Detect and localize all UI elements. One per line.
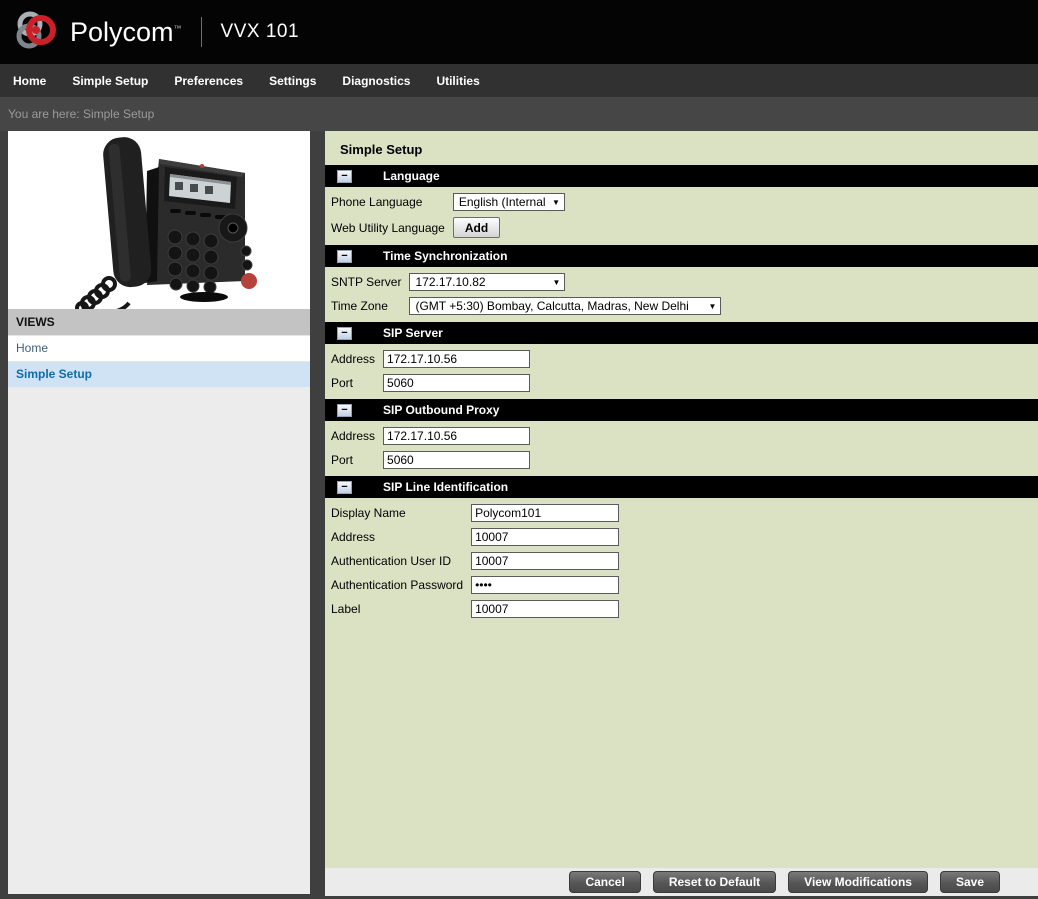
field-label: Time Zone	[331, 294, 409, 318]
footer-button-bar: Cancel Reset to Default View Modifications…	[325, 868, 1038, 896]
section-title: SIP Line Identification	[383, 480, 508, 494]
field-label: Port	[331, 371, 383, 395]
time-synchronization-time-zone-select[interactable]: (GMT +5:30) Bombay, Calcutta, Madras, Ne…	[409, 297, 721, 315]
polycom-logo	[13, 6, 61, 59]
main-content: Simple Setup −LanguagePhone LanguageEngl…	[325, 131, 1038, 896]
collapse-minus-icon[interactable]: −	[337, 404, 352, 417]
views-header: VIEWS	[8, 309, 310, 335]
select-value: English (Internal)	[459, 195, 546, 209]
field-row: Authentication Password	[331, 573, 619, 597]
field-row: Port	[331, 371, 530, 395]
phone-product-image	[8, 131, 310, 309]
sip-line-identification-display-name-input[interactable]	[471, 504, 619, 522]
breadcrumb: You are here: Simple Setup	[0, 97, 1038, 131]
sip-line-identification-label-input[interactable]	[471, 600, 619, 618]
sip-outbound-proxy-address-input[interactable]	[383, 427, 530, 445]
save-button[interactable]: Save	[940, 871, 1000, 893]
collapse-minus-icon[interactable]: −	[337, 327, 352, 340]
sip-server-address-input[interactable]	[383, 350, 530, 368]
field-row: Address	[331, 347, 530, 371]
section-title: SIP Server	[383, 326, 443, 340]
section-body-language: Phone Language English (Internal) ▼ Web Uti…	[331, 190, 565, 241]
field-label: Label	[331, 597, 471, 621]
field-row: Time Zone (GMT +5:30) Bombay, Calcutta, M…	[331, 294, 721, 318]
nav-item-home[interactable]: Home	[13, 74, 46, 88]
section-title: SIP Outbound Proxy	[383, 403, 499, 417]
field-row: Address	[331, 424, 530, 448]
field-label: Port	[331, 448, 383, 472]
field-label: SNTP Server	[331, 270, 409, 294]
sip-line-identification-address-input[interactable]	[471, 528, 619, 546]
field-label: Authentication User ID	[331, 549, 471, 573]
field-row: Web Utility LanguageAdd	[331, 214, 565, 241]
chevron-down-icon: ▼	[553, 278, 561, 287]
collapse-minus-icon[interactable]: −	[337, 481, 352, 494]
section-header-sip-server: − SIP Server	[325, 322, 1038, 344]
field-row: Display Name	[331, 501, 619, 525]
collapse-minus-icon[interactable]: −	[337, 170, 352, 183]
section-body-sip-outbound-proxy: AddressPort	[331, 424, 530, 472]
nav-item-utilities[interactable]: Utilities	[436, 74, 479, 88]
field-label: Authentication Password	[331, 573, 471, 597]
sip-line-identification-authentication-password-password-input[interactable]	[471, 576, 619, 594]
app-header: Polycom™ VVX 101	[0, 0, 1038, 64]
collapse-minus-icon[interactable]: −	[337, 250, 352, 263]
sip-line-identification-authentication-user-id-input[interactable]	[471, 552, 619, 570]
sections: −LanguagePhone LanguageEnglish (Internal…	[325, 165, 1038, 868]
header-divider	[201, 17, 202, 47]
nav-item-settings[interactable]: Settings	[269, 74, 316, 88]
language-phone-language-select[interactable]: English (Internal) ▼	[453, 193, 565, 211]
field-row: SNTP Server 172.17.10.82 ▼	[331, 270, 721, 294]
nav-item-preferences[interactable]: Preferences	[174, 74, 243, 88]
page-title: Simple Setup	[325, 131, 1038, 165]
section-header-sip-outbound-proxy: − SIP Outbound Proxy	[325, 399, 1038, 421]
sidebar: VIEWS HomeSimple Setup	[8, 131, 310, 894]
section-body-sip-server: AddressPort	[331, 347, 530, 395]
section-title: Time Synchronization	[383, 249, 507, 263]
page-body: VIEWS HomeSimple Setup Simple Setup −Lan…	[0, 131, 1038, 896]
chevron-down-icon: ▼	[709, 302, 717, 311]
nav-item-simple-setup[interactable]: Simple Setup	[72, 74, 148, 88]
product-model: VVX 101	[221, 21, 300, 43]
section-header-time-synchronization: − Time Synchronization	[325, 245, 1038, 267]
field-label: Web Utility Language	[331, 214, 453, 241]
main-nav: Home Simple Setup Preferences Settings Diagn…	[0, 64, 1038, 97]
field-row: Authentication User ID	[331, 549, 619, 573]
section-title: Language	[383, 169, 440, 183]
trademark-mark: ™	[174, 24, 182, 33]
select-value: (GMT +5:30) Bombay, Calcutta, Madras, Ne…	[415, 299, 702, 313]
field-row: Address	[331, 525, 619, 549]
field-label: Address	[331, 347, 383, 371]
section-body-time-synchronization: SNTP Server 172.17.10.82 ▼ Time Zone (GMT +5…	[331, 270, 721, 318]
field-label: Display Name	[331, 501, 471, 525]
field-label: Address	[331, 525, 471, 549]
section-header-language: − Language	[325, 165, 1038, 187]
field-row: Phone Language English (Internal) ▼	[331, 190, 565, 214]
views-list: HomeSimple Setup	[8, 335, 310, 387]
time-synchronization-sntp-server-select[interactable]: 172.17.10.82 ▼	[409, 273, 565, 291]
chevron-down-icon: ▼	[552, 198, 560, 207]
sip-outbound-proxy-port-input[interactable]	[383, 451, 530, 469]
brand-name: Polycom™	[70, 17, 182, 48]
field-row: Label	[331, 597, 619, 621]
cancel-button[interactable]: Cancel	[569, 871, 640, 893]
reset-to-default-button[interactable]: Reset to Default	[653, 871, 776, 893]
field-label: Phone Language	[331, 190, 453, 214]
sidebar-item-home[interactable]: Home	[8, 335, 310, 361]
sip-server-port-input[interactable]	[383, 374, 530, 392]
view-modifications-button[interactable]: View Modifications	[788, 871, 928, 893]
section-body-sip-line-identification: Display NameAddressAuthentication User I…	[331, 501, 619, 621]
select-value: 172.17.10.82	[415, 275, 546, 289]
field-label: Address	[331, 424, 383, 448]
sidebar-filler	[8, 387, 310, 894]
sidebar-item-simple-setup[interactable]: Simple Setup	[8, 361, 310, 387]
nav-item-diagnostics[interactable]: Diagnostics	[342, 74, 410, 88]
section-header-sip-line-identification: − SIP Line Identification	[325, 476, 1038, 498]
field-row: Port	[331, 448, 530, 472]
language-add-button[interactable]: Add	[453, 217, 500, 238]
